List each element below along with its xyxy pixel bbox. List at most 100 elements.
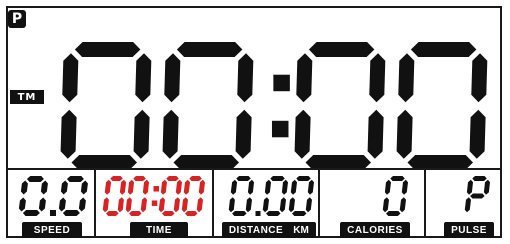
digit-segment — [266, 211, 281, 216]
program-icon: P — [8, 10, 26, 28]
digit-segment — [60, 180, 68, 195]
digit-segment — [264, 179, 271, 195]
digit-segment — [236, 176, 251, 181]
pulse-label: PULSE — [444, 222, 494, 238]
digit-segment — [20, 180, 28, 195]
digit-segment — [183, 179, 190, 195]
digit-segment — [80, 180, 88, 195]
digit-segment — [22, 210, 40, 216]
metric-divider — [424, 168, 426, 238]
digit-segment — [290, 179, 297, 195]
digit-segment — [104, 179, 112, 195]
digit-segment — [296, 53, 313, 103]
digit-segment — [483, 179, 490, 195]
digit-segment — [235, 109, 252, 159]
digit-segment — [464, 197, 471, 213]
digit-segment — [189, 176, 202, 181]
digit-segment — [117, 197, 124, 213]
digit-segment — [469, 109, 486, 159]
digit-segment — [230, 179, 238, 195]
digit-segment — [125, 197, 132, 213]
digit-segment — [382, 197, 389, 213]
digit-segment — [176, 42, 243, 57]
digit-segment — [384, 179, 391, 195]
digit-segment — [270, 176, 285, 181]
digit-segment — [292, 211, 307, 216]
digit-segment — [262, 197, 269, 213]
digit-segment — [279, 197, 286, 213]
pulse-label-text: PULSE — [451, 224, 487, 236]
digit-segment — [18, 197, 26, 212]
digit-segment — [106, 211, 119, 216]
distance-unit: KM — [286, 222, 316, 238]
digit-segment — [135, 53, 152, 103]
digit-segment — [40, 180, 48, 195]
digit-segment — [158, 197, 165, 213]
distance-label-text: DISTANCE — [228, 224, 284, 236]
digit-segment — [471, 53, 488, 103]
speed-label-text: SPEED — [33, 224, 71, 236]
calories-readout — [382, 176, 408, 216]
distance-readout — [228, 176, 314, 216]
colon-dot — [273, 74, 290, 92]
digit-segment — [133, 109, 150, 159]
digit-segment — [470, 193, 485, 199]
digit-segment — [58, 197, 66, 212]
tm-badge: TM — [10, 90, 44, 104]
digit-segment — [308, 42, 375, 57]
digit-segment — [305, 197, 312, 213]
time-label: TIME — [130, 222, 188, 238]
digit-segment — [228, 197, 235, 213]
digit-segment — [74, 42, 141, 57]
digit-segment — [367, 109, 384, 159]
colon-dot — [151, 200, 158, 206]
digit-segment — [166, 176, 179, 181]
metric-divider — [318, 168, 320, 238]
display-divider — [6, 168, 502, 170]
distance-label: DISTANCE — [222, 222, 290, 238]
digit-segment — [181, 197, 188, 213]
digit-segment — [281, 179, 288, 195]
decimal-point — [50, 210, 56, 216]
speed-readout — [18, 176, 88, 216]
digit-segment — [78, 197, 86, 212]
digit-segment — [237, 53, 254, 103]
digit-segment — [173, 197, 180, 213]
digit-segment — [398, 53, 415, 103]
digit-segment — [38, 197, 46, 212]
digit-segment — [288, 197, 295, 213]
main-time-readout — [60, 42, 488, 170]
colon-dot — [153, 186, 160, 192]
digit-segment — [466, 179, 473, 195]
calories-label: CALORIES — [340, 222, 410, 238]
digit-segment — [60, 109, 77, 159]
digit-segment — [386, 211, 401, 216]
digit-segment — [307, 179, 314, 195]
time-readout — [102, 176, 205, 216]
digit-segment — [110, 176, 123, 181]
pulse-readout — [464, 176, 490, 213]
digit-segment — [162, 109, 179, 159]
digit-segment — [133, 176, 146, 181]
digit-segment — [62, 53, 79, 103]
program-glyph: P — [11, 11, 23, 27]
digit-segment — [26, 176, 44, 182]
digit-segment — [399, 197, 406, 213]
digit-segment — [140, 197, 147, 213]
digit-segment — [294, 109, 311, 159]
digit-segment — [127, 179, 134, 195]
digit-segment — [175, 179, 182, 195]
digit-segment — [198, 179, 205, 195]
digit-segment — [401, 179, 408, 195]
digit-segment — [232, 211, 247, 216]
metric-divider — [212, 168, 214, 238]
decimal-point — [255, 211, 261, 216]
digit-segment — [162, 211, 175, 216]
calories-label-text: CALORIES — [347, 224, 403, 236]
digit-segment — [196, 197, 203, 213]
digit-segment — [142, 179, 149, 195]
digit-segment — [247, 179, 254, 195]
digit-segment — [66, 176, 84, 182]
digit-segment — [164, 53, 181, 103]
distance-unit-text: KM — [293, 224, 309, 236]
